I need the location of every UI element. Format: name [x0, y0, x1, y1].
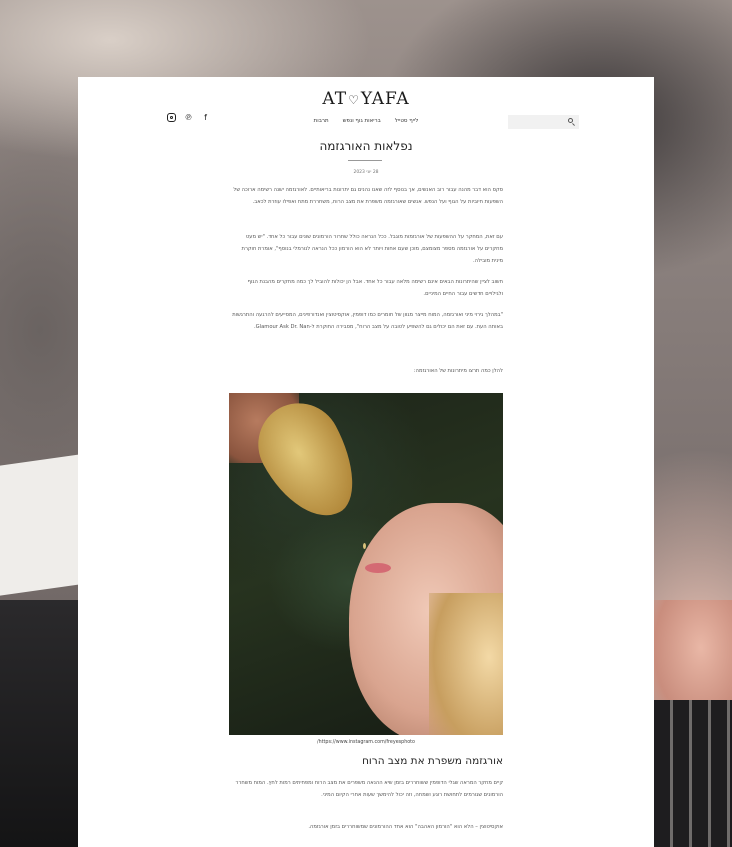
photo-hair: [429, 593, 503, 735]
nav-item-culture[interactable]: תרבות: [314, 118, 329, 124]
logo-yafa: YAFA: [360, 89, 410, 109]
article-paragraph: עם זאת, המחקר על ההשפעות של אורגזמות מוג…: [241, 234, 503, 264]
nav-item-health[interactable]: בריאות גוף ונפש: [343, 118, 381, 124]
photo-tongue: [365, 563, 391, 573]
photo-drop: [363, 543, 366, 549]
background-typewriter: [0, 600, 78, 847]
background-keys: [654, 700, 732, 847]
article-paragraph: להלן כמה תרצו מיתרונות של האורגזמה:: [413, 368, 503, 374]
background-paper: [0, 454, 80, 596]
site-logo[interactable]: AT♡YAFA: [78, 89, 654, 109]
title-divider: [348, 160, 382, 161]
article-subheading: אורגזמה משפרת את מצב הרוח: [362, 755, 503, 767]
article-title: נפלאות האורגזמה: [319, 139, 413, 153]
article-date: 28 יוני 2023: [353, 170, 379, 175]
article-photo: [229, 393, 503, 735]
article-paragraph: סקס הוא דבר מהנה עבור רוב האנשים, אך בנו…: [233, 187, 503, 205]
article-paragraph: אוקסיטוצין – הלא הוא "הורמון האהבה" הוא …: [308, 824, 503, 830]
logo-heart: ♡: [348, 93, 360, 107]
article-paragraph: קיים מחקר המראה שגלי הדופמין ששוחררים בז…: [235, 780, 503, 798]
search-icon[interactable]: [568, 118, 573, 123]
page-card: AT♡YAFA ℗ f לייף סטייל בריאות גוף ונפש ת…: [78, 77, 654, 847]
article-paragraph: חשוב לציין שהיתרונות הבאים אינם רשימה מל…: [247, 279, 503, 297]
logo-at: AT: [322, 89, 348, 109]
nav-item-lifestyle[interactable]: לייף סטייל: [395, 118, 419, 124]
photo-caption[interactable]: /https://www.instagram.com/freyesphoto: [229, 740, 503, 745]
article-paragraph: "במהלך גירוי מיני ואורגזמה, המוח מייצר מ…: [232, 312, 503, 330]
